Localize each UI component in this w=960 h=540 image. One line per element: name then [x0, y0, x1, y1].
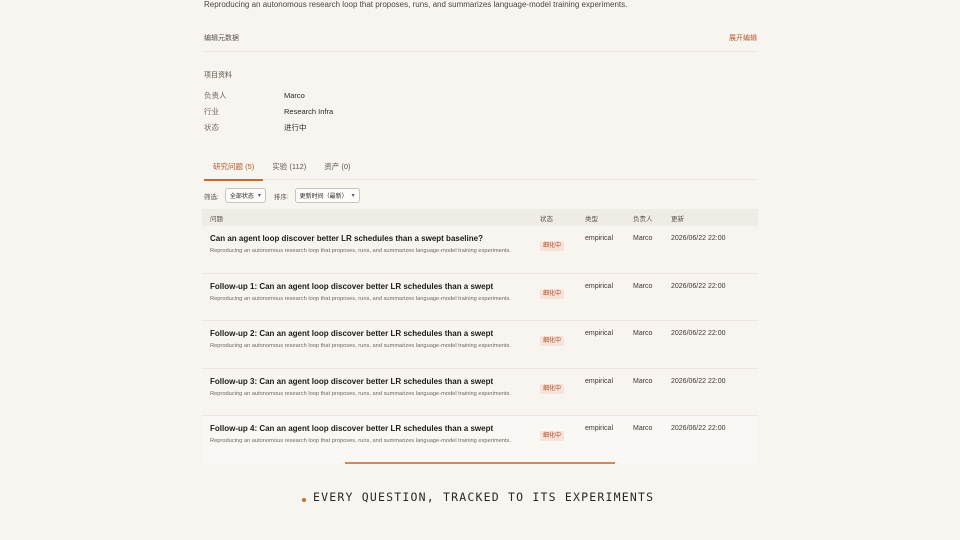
divider [204, 51, 757, 52]
question-title[interactable]: Follow-up 4: Can an agent loop discover … [210, 424, 540, 434]
question-owner: Marco [633, 425, 653, 433]
expand-edit-link[interactable]: 展开编辑 [729, 34, 757, 44]
field-value: Research Infra [284, 107, 334, 116]
tab-assets[interactable]: 资产 (0) [315, 159, 359, 179]
table-row[interactable]: Follow-up 1: Can an agent loop discover … [202, 274, 758, 322]
profile-section-title: 项目资料 [204, 72, 232, 79]
question-updated: 2026/06/22 22:00 [671, 235, 726, 242]
question-owner: Marco [633, 282, 653, 290]
table-row[interactable]: Can an agent loop discover better LR sch… [202, 226, 758, 274]
question-title[interactable]: Follow-up 2: Can an agent loop discover … [210, 329, 540, 339]
question-description: Reproducing an autonomous research loop … [210, 438, 511, 445]
field-key: 负责人 [204, 91, 227, 100]
highlight-underline [345, 462, 615, 464]
question-owner: Marco [633, 235, 653, 242]
questions-table: 问题 状态 类型 负责人 更新 Can an agent loop discov… [202, 209, 758, 464]
field-value: Marco [284, 91, 305, 100]
table-row[interactable]: Follow-up 3: Can an agent loop discover … [202, 369, 758, 417]
question-updated: 2026/06/22 22:00 [671, 377, 726, 385]
table-row[interactable]: Follow-up 4: Can an agent loop discover … [202, 416, 758, 464]
header-type: 类型 [585, 215, 598, 223]
profile-field-status: 状态 进行中 [204, 123, 307, 133]
filter-bar: 筛选: 全部状态 ▾ 排序: 更新时间（最新） ▾ [204, 188, 368, 203]
profile-field-industry: 行业 Research Infra [204, 107, 333, 117]
question-updated: 2026/06/22 22:00 [671, 330, 726, 338]
question-type: empirical [585, 235, 614, 242]
caption: EVERY QUESTION, TRACKED TO ITS EXPERIMEN… [302, 489, 654, 505]
question-description: Reproducing an autonomous research loop … [210, 295, 511, 302]
profile-field-owner: 负责人 Marco [204, 91, 305, 101]
status-badge: 细化中 [540, 336, 565, 347]
tab-bar: 研究问题 (5) 实验 (112) 资产 (0) [204, 159, 757, 181]
field-key: 状态 [204, 123, 219, 132]
table-header: 问题 状态 类型 负责人 更新 [202, 209, 758, 226]
status-badge: 细化中 [540, 431, 565, 442]
question-description: Reproducing an autonomous research loop … [210, 390, 511, 397]
question-type: empirical [585, 330, 614, 338]
question-title[interactable]: Can an agent loop discover better LR sch… [210, 234, 540, 244]
edit-metadata-label: 编辑元数据 [204, 35, 239, 42]
sort-label: 排序: [273, 193, 289, 201]
question-title[interactable]: Follow-up 3: Can an agent loop discover … [210, 377, 540, 387]
header-question: 问题 [210, 215, 223, 223]
question-description: Reproducing an autonomous research loop … [210, 248, 511, 254]
chevron-down-icon: ▾ [351, 193, 355, 199]
header-owner: 负责人 [633, 215, 653, 223]
tab-research-questions[interactable]: 研究问题 (5) [204, 159, 264, 181]
table-row[interactable]: Follow-up 2: Can an agent loop discover … [202, 321, 758, 369]
header-status: 状态 [540, 215, 553, 223]
question-owner: Marco [633, 330, 653, 338]
bullet-dot-icon [302, 498, 306, 502]
status-badge: 细化中 [540, 241, 565, 251]
question-updated: 2026/06/22 22:00 [671, 425, 726, 433]
header-updated: 更新 [671, 215, 684, 223]
status-badge: 细化中 [540, 383, 565, 394]
question-description: Reproducing an autonomous research loop … [210, 343, 511, 350]
status-filter-select[interactable]: 全部状态 ▾ [224, 188, 266, 203]
question-type: empirical [585, 282, 614, 290]
project-description: Reproducing an autonomous research loop … [204, 0, 628, 9]
field-value: 进行中 [284, 123, 307, 132]
field-key: 行业 [204, 107, 219, 116]
status-badge: 细化中 [540, 288, 565, 299]
question-type: empirical [585, 377, 614, 385]
question-type: empirical [585, 425, 614, 433]
sort-select[interactable]: 更新时间（最新） ▾ [294, 188, 360, 203]
metadata-bar: 编辑元数据 展开编辑 [204, 34, 757, 44]
status-filter-value: 全部状态 [229, 194, 254, 200]
question-title[interactable]: Follow-up 1: Can an agent loop discover … [210, 282, 540, 292]
caption-text: EVERY QUESTION, TRACKED TO ITS EXPERIMEN… [313, 490, 655, 504]
question-updated: 2026/06/22 22:00 [671, 282, 726, 290]
filter-label: 筛选: [204, 193, 219, 201]
question-owner: Marco [633, 377, 653, 385]
tab-experiments[interactable]: 实验 (112) [263, 159, 315, 179]
chevron-down-icon: ▾ [257, 193, 261, 199]
sort-value: 更新时间（最新） [299, 194, 348, 200]
